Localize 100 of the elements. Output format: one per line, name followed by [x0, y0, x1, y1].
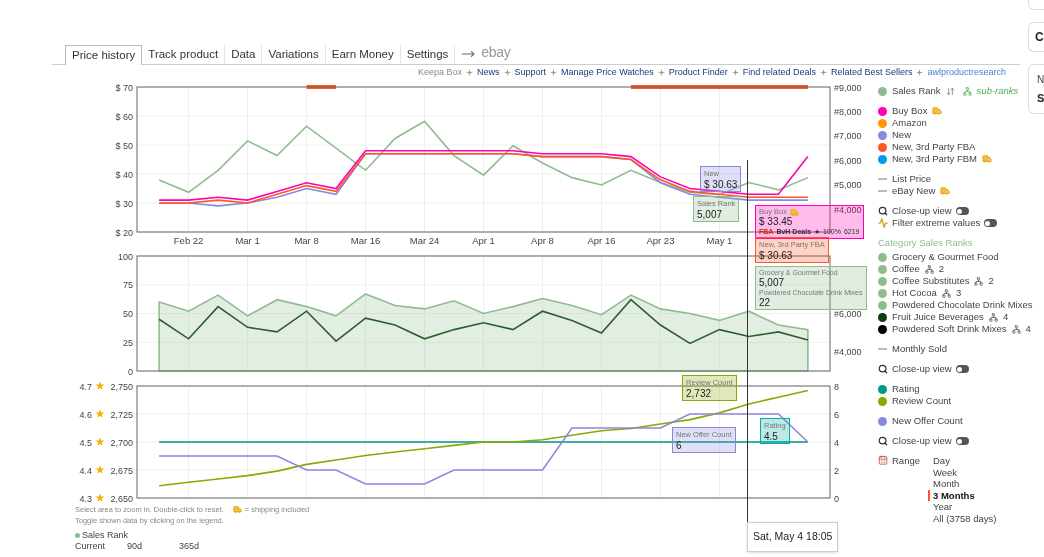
tooltip-value: 6	[676, 440, 683, 451]
legend-label: New	[892, 127, 911, 142]
range-option[interactable]: All (3758 days)	[928, 512, 997, 524]
legend-item[interactable]: Grocery & Gourmet Food	[878, 251, 1033, 263]
legend-label: Hot Cocoa	[892, 285, 937, 300]
axis-label: 6	[834, 409, 839, 420]
star-icon	[95, 437, 105, 446]
axis-label: May 1	[706, 235, 733, 246]
tab[interactable]: Settings	[400, 45, 456, 64]
legend-item[interactable]: Review Count	[878, 395, 1033, 407]
axis-label: $ 20	[115, 227, 133, 238]
axis-label: 4.4	[79, 465, 92, 476]
nav-link[interactable]: Product Finder	[668, 65, 728, 80]
range-label: Range	[892, 455, 920, 466]
card-text: S	[1037, 90, 1044, 106]
tab[interactable]: Track product	[142, 45, 226, 64]
axis-label: $ 50	[115, 140, 133, 151]
axis-label: #5,000	[834, 180, 862, 191]
legend-item[interactable]: Sales Rank sub-ranks	[878, 85, 1033, 97]
search-icon	[878, 436, 888, 446]
nav-link[interactable]: News	[477, 65, 500, 80]
tab[interactable]: Data	[225, 45, 263, 64]
legend-item[interactable]: Rating	[878, 383, 1033, 395]
legend-item[interactable]: Hot Cocoa 3	[878, 287, 1033, 299]
rank-level: 3	[955, 285, 962, 300]
toggle-switch[interactable]	[955, 365, 969, 373]
legend-label: Coffee Substitutes	[892, 273, 970, 288]
legend-item[interactable]: Coffee 2	[878, 263, 1033, 275]
legend-label: List Price	[892, 171, 932, 186]
legend-item[interactable]: Fruit Juice Beverages 4	[878, 311, 1033, 323]
axis-label: 2,650	[110, 493, 133, 504]
legend-item[interactable]: Amazon	[878, 117, 1033, 129]
legend-item[interactable]: List Price	[878, 173, 1033, 185]
card-text: N	[1037, 72, 1044, 87]
axis-label: 25	[123, 337, 133, 348]
legend-label: Monthly Sold	[892, 341, 947, 356]
range-option[interactable]: 3 Months	[928, 489, 997, 501]
legend-item[interactable]: Buy Box	[878, 105, 1033, 117]
hierarchy-icon	[1011, 324, 1021, 334]
range-option[interactable]: Day	[928, 455, 997, 467]
option-label: Filter extreme values	[892, 216, 981, 230]
legend-label: Fruit Juice Beverages	[892, 309, 984, 324]
separator-icon	[503, 69, 511, 76]
legend-item[interactable]: New Offer Count	[878, 415, 1033, 427]
legend-item[interactable]: Coffee Substitutes 2	[878, 275, 1033, 287]
tooltip-value: 4.5	[764, 431, 779, 442]
truck-icon	[232, 505, 242, 514]
legend-item[interactable]: Powdered Chocolate Drink Mixes	[878, 299, 1033, 311]
legend-label: New, 3rd Party FBA	[892, 139, 976, 154]
calendar-icon	[878, 455, 888, 465]
nav-link[interactable]: Related Best Sellers	[830, 65, 913, 80]
axis-label: 2,725	[110, 409, 133, 420]
rank-level: 2	[938, 261, 945, 276]
range-option[interactable]: Year	[928, 501, 997, 513]
legend-label: Buy Box	[892, 103, 928, 118]
zigzag-icon	[878, 218, 888, 228]
axis-label: $ 70	[115, 82, 133, 93]
axis-label: 100	[117, 251, 133, 262]
axis-label: 4.5	[79, 437, 92, 448]
nav-link[interactable]: awlproductresearch	[927, 65, 1006, 80]
axis-label: #4,000	[834, 346, 862, 357]
sort-icon[interactable]	[945, 86, 955, 96]
toggle-switch[interactable]	[955, 207, 969, 215]
axis-label: #4,000	[834, 204, 862, 215]
axis-label: #6,000	[834, 156, 862, 166]
column-header: 90d	[127, 541, 144, 552]
tooltip-value: 22	[759, 298, 772, 308]
legend-item[interactable]: New	[878, 129, 1033, 141]
axis-label: 4.6	[79, 409, 92, 420]
legend-item[interactable]: Monthly Sold	[878, 343, 1033, 355]
legend-item[interactable]: Powdered Soft Drink Mixes 4	[878, 323, 1033, 335]
axis-label: Mar 16	[350, 235, 381, 246]
toggle-switch[interactable]	[984, 219, 998, 227]
tab[interactable]: Variations	[262, 45, 326, 64]
legend-label: Review Count	[892, 394, 952, 408]
axis-label: 50	[123, 309, 133, 319]
axis-label: Apr 16	[587, 235, 616, 246]
legend-item[interactable]: New, 3rd Party FBA	[878, 141, 1033, 153]
nav-link[interactable]: Support	[514, 65, 547, 80]
axis-label: Apr 1	[472, 235, 495, 246]
range-option[interactable]: Week	[928, 466, 997, 478]
tab[interactable]: Earn Money	[325, 45, 401, 64]
search-icon	[878, 206, 888, 216]
legend-item[interactable]: New, 3rd Party FBM	[878, 153, 1033, 165]
range-option[interactable]: Month	[928, 478, 997, 490]
legend-label: Amazon	[892, 116, 927, 130]
nav-link[interactable]: Find related Deals	[742, 65, 816, 80]
tab[interactable]: Price history	[65, 45, 143, 65]
axis-label: #6,000	[834, 308, 862, 319]
legend-label: Grocery & Gourmet Food	[892, 249, 999, 264]
nav-link[interactable]: Keepa Box	[418, 65, 463, 80]
axis-label: $ 30	[115, 198, 133, 209]
legend-label: Coffee	[892, 262, 920, 276]
nav-link[interactable]: Manage Price Watches	[561, 65, 654, 80]
toggle-switch[interactable]	[955, 437, 969, 445]
date-label: Sat, May 4 18:05	[747, 522, 839, 552]
star-icon	[95, 409, 105, 418]
star-icon	[95, 493, 105, 502]
legend-item[interactable]: eBay New	[878, 185, 1033, 197]
axis-label: #7,000	[834, 131, 862, 142]
